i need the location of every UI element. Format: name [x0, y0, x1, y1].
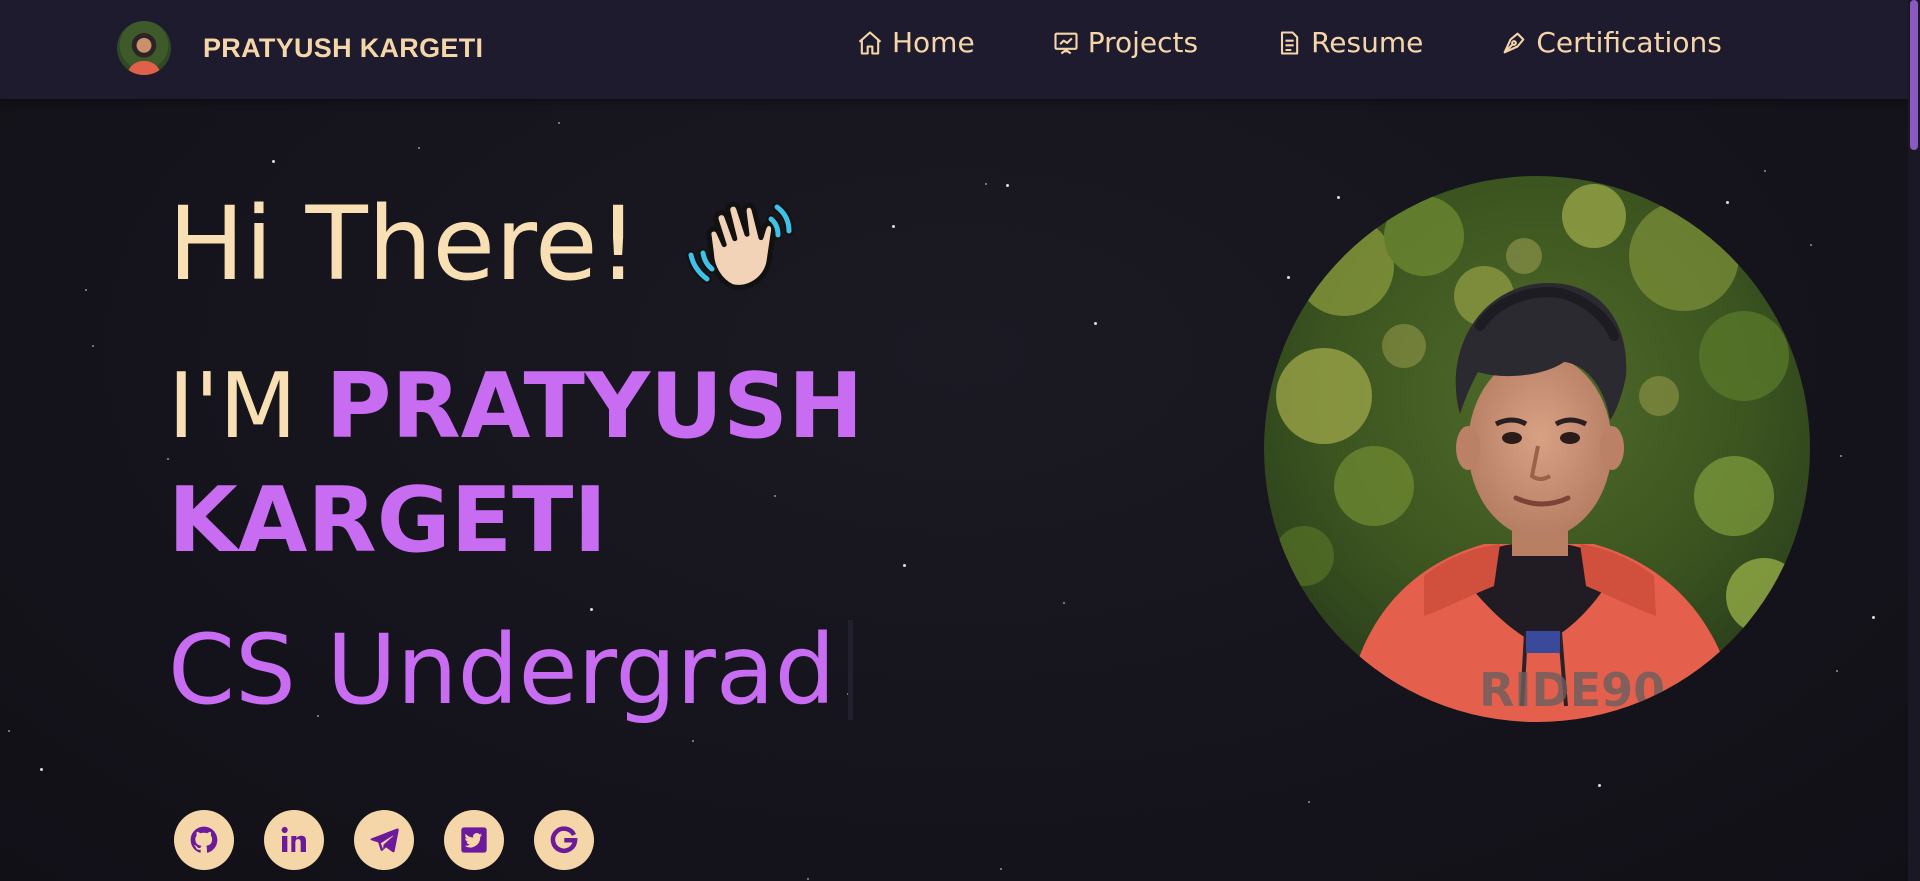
star [985, 183, 987, 185]
portrait-image: RIDE90 [1264, 176, 1810, 722]
greeting-text: Hi There! [168, 185, 639, 304]
intro-heading: I'M PRATYUSH KARGETI [168, 350, 1068, 578]
nav-item-certifications[interactable]: Certifications [1500, 26, 1722, 59]
star [1337, 196, 1340, 199]
star [85, 289, 87, 291]
pen-nib-icon [1503, 32, 1525, 53]
typewriter-role: CS Undergrad [168, 620, 853, 720]
resume-icon [1281, 30, 1299, 55]
star [1063, 602, 1065, 604]
star [1872, 616, 1875, 619]
star [590, 608, 593, 611]
linkedin-button[interactable] [264, 810, 324, 870]
nav-item-label: Certifications [1536, 26, 1722, 59]
page: PRATYUSH KARGETI Home Projects Resume Ce… [0, 0, 1920, 881]
github-button[interactable] [174, 810, 234, 870]
role-text: CS Undergrad [168, 614, 836, 726]
nav-item-label: Home [892, 26, 975, 59]
intro-prefix: I'M [168, 354, 326, 459]
star [1726, 201, 1729, 204]
star [1308, 801, 1310, 803]
greeting: Hi There! [168, 185, 801, 305]
linkedin-icon [281, 826, 306, 852]
profile-photo: RIDE90 [1264, 176, 1810, 722]
navbar: PRATYUSH KARGETI Home Projects Resume Ce… [0, 0, 1908, 99]
star [1810, 244, 1812, 246]
waving-hand-icon [686, 201, 794, 290]
nav-item-resume[interactable]: Resume [1275, 26, 1423, 59]
projects-icon [1054, 32, 1078, 54]
brand-name[interactable]: PRATYUSH KARGETI [203, 33, 483, 64]
avatar[interactable] [117, 21, 171, 75]
twitter-icon [461, 827, 487, 853]
google-icon [550, 826, 578, 854]
telegram-icon [370, 828, 399, 853]
star [1094, 322, 1097, 325]
star [40, 768, 43, 771]
star [1836, 670, 1838, 672]
star [272, 160, 275, 163]
star [1840, 455, 1842, 457]
nav-item-home[interactable]: Home [856, 26, 975, 59]
typewriter-cursor [847, 620, 853, 720]
twitter-button[interactable] [444, 810, 504, 870]
star [1598, 784, 1601, 787]
star [1287, 276, 1290, 279]
brand[interactable]: PRATYUSH KARGETI [117, 20, 483, 76]
nav-item-projects[interactable]: Projects [1052, 26, 1198, 59]
star [807, 878, 809, 880]
nav-item-label: Projects [1087, 26, 1199, 59]
scrollbar-thumb[interactable] [1910, 0, 1918, 150]
social-links [174, 810, 624, 870]
google-button[interactable] [534, 810, 594, 870]
star [1006, 184, 1009, 187]
star [8, 730, 10, 732]
star [892, 225, 895, 228]
home-icon [858, 30, 882, 55]
nav-item-label: Resume [1311, 26, 1424, 59]
star [558, 122, 560, 124]
star [418, 147, 420, 149]
telegram-button[interactable] [354, 810, 414, 870]
star [692, 740, 694, 742]
star [1000, 868, 1002, 870]
scrollbar[interactable] [1908, 0, 1920, 881]
nav-links: Home Projects Resume Certifications [856, 26, 1799, 59]
star [92, 345, 94, 347]
github-icon [190, 826, 218, 853]
star [1764, 170, 1766, 172]
